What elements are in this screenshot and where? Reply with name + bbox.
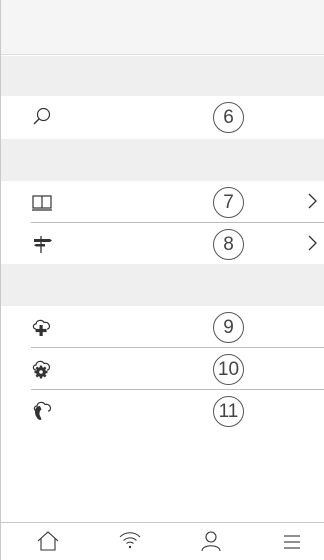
- callout-badge-cloud-settings: 10: [213, 354, 244, 385]
- section-separator-1: [1, 56, 324, 96]
- bottom-tab-bar: [1, 522, 324, 560]
- search-icon: [31, 106, 53, 128]
- row-manual[interactable]: 7: [1, 181, 324, 222]
- row-directions[interactable]: 8: [1, 223, 324, 264]
- section-separator-3: [1, 264, 324, 306]
- menu-icon: [279, 529, 305, 553]
- section-separator-2: [1, 139, 324, 181]
- cloud-plus-icon: [31, 316, 53, 338]
- callout-badge-manual: 7: [213, 187, 244, 218]
- tab-connectivity[interactable]: [117, 529, 143, 553]
- cloud-gear-icon: [31, 358, 53, 380]
- tab-menu[interactable]: [279, 529, 305, 553]
- chevron-right-icon: [305, 192, 319, 210]
- tab-profile[interactable]: [198, 529, 224, 553]
- row-cloud-settings[interactable]: 10: [1, 348, 324, 389]
- header-bar: [1, 0, 324, 55]
- tab-home[interactable]: [35, 529, 61, 553]
- row-cloud-hearing[interactable]: 11: [1, 390, 324, 431]
- wifi-icon: [117, 529, 143, 553]
- book-icon: [31, 191, 53, 213]
- app-screen: 6 7 8 9 10 11: [0, 0, 324, 560]
- cloud-hearing-aid-icon: [31, 400, 53, 422]
- chevron-right-icon: [305, 234, 319, 252]
- home-icon: [35, 529, 61, 553]
- callout-badge-search: 6: [213, 102, 244, 133]
- user-icon: [198, 529, 224, 553]
- callout-badge-cloud-add: 9: [213, 312, 244, 343]
- signpost-icon: [31, 233, 53, 255]
- row-cloud-add[interactable]: 9: [1, 306, 324, 347]
- row-search[interactable]: 6: [1, 96, 324, 137]
- callout-badge-cloud-hearing: 11: [213, 396, 244, 427]
- callout-badge-directions: 8: [213, 229, 244, 260]
